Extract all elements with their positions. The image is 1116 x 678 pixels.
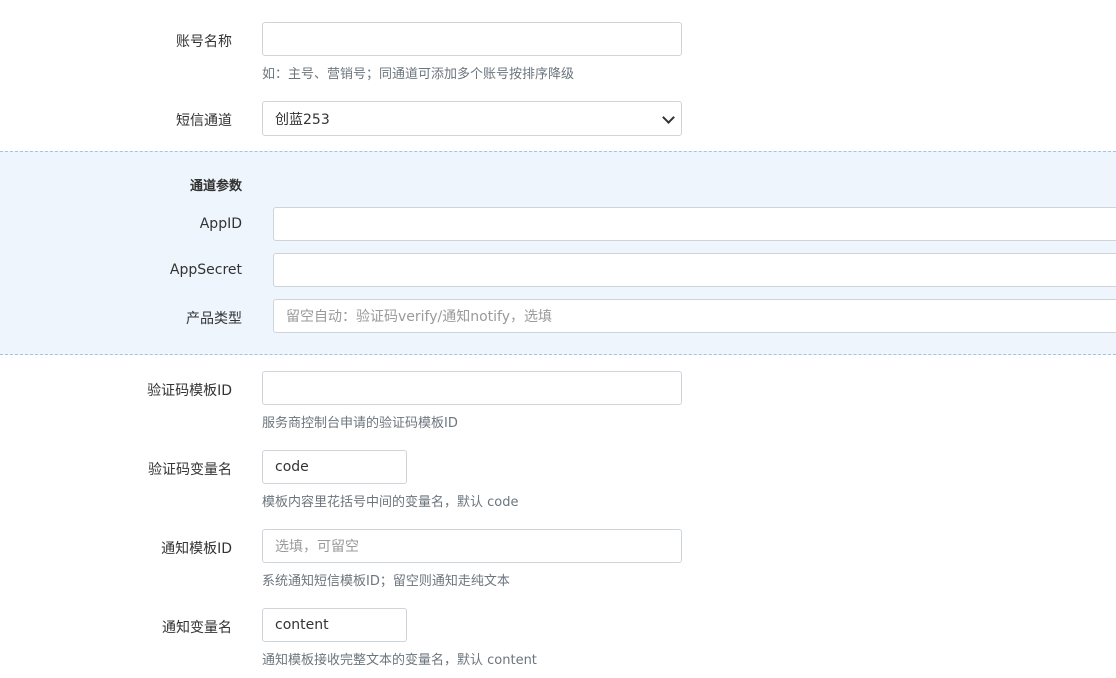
verify-template-input[interactable]	[262, 371, 682, 405]
verify-template-label: 验证码模板ID	[147, 383, 232, 399]
verify-var-label: 验证码变量名	[148, 462, 232, 478]
app-id-label: AppID	[199, 216, 242, 232]
product-type-input[interactable]: 留空自动：验证码verify/通知notify，选填	[273, 299, 1116, 333]
notify-template-input[interactable]: 选填，可留空	[262, 529, 682, 563]
notify-template-help: 系统通知短信模板ID；留空则通知走纯文本	[262, 574, 510, 589]
account-name-label: 账号名称	[176, 34, 232, 50]
notify-var-help: 通知模板接收完整文本的变量名，默认 content	[262, 653, 537, 668]
notify-template-label: 通知模板ID	[161, 541, 232, 557]
channel-selected-value: 创蓝253	[275, 111, 330, 128]
account-name-input[interactable]	[262, 22, 682, 56]
app-id-input[interactable]	[273, 207, 1116, 241]
product-type-label: 产品类型	[186, 311, 242, 327]
app-secret-label: AppSecret	[169, 262, 242, 278]
notify-var-input[interactable]: content	[262, 608, 407, 642]
channel-params-title: 通道参数	[189, 179, 242, 194]
chevron-down-icon	[662, 110, 675, 124]
verify-template-help: 服务商控制台申请的验证码模板ID	[262, 416, 458, 431]
channel-label: 短信通道	[176, 113, 232, 129]
app-secret-input[interactable]	[273, 253, 1116, 287]
notify-var-label: 通知变量名	[162, 620, 232, 636]
verify-var-help: 模板内容里花括号中间的变量名，默认 code	[262, 495, 519, 510]
channel-select[interactable]: 创蓝253	[262, 101, 682, 136]
account-name-help: 如：主号、营销号；同通道可添加多个账号按排序降级	[262, 67, 575, 82]
verify-var-input[interactable]: code	[262, 450, 407, 484]
